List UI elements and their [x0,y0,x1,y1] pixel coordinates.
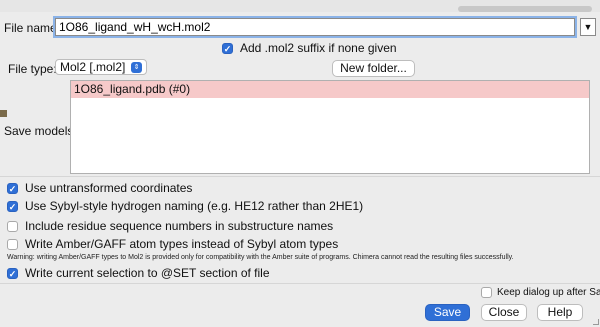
option-label: Write current selection to @SET section … [25,266,270,280]
file-type-select[interactable]: Mol2 [.mol2] ⇕ [55,59,147,75]
file-name-label: File name: [4,21,61,35]
file-type-value: Mol2 [.mol2] [60,60,126,74]
file-name-dropdown-button[interactable]: ▼ [580,18,596,36]
option-label: Include residue sequence numbers in subs… [25,219,334,233]
updown-arrow-icon: ⇕ [131,61,142,73]
option-label: Write Amber/GAFF atom types instead of S… [25,237,339,251]
list-item[interactable]: 1O86_ligand.pdb (#0) [71,81,589,98]
help-button[interactable]: Help [537,304,583,321]
residue-numbers-checkbox[interactable] [7,220,18,232]
keep-dialog-label: Keep dialog up after Save [497,287,600,298]
resize-grip-icon[interactable] [593,319,599,325]
add-suffix-option[interactable]: ✓ Add .mol2 suffix if none given [222,41,397,55]
models-list[interactable]: 1O86_ligand.pdb (#0) [70,80,590,174]
warning-text: Warning: writing Amber/GAFF types to Mol… [7,254,514,261]
option-sybyl-naming[interactable]: ✓ Use Sybyl-style hydrogen naming (e.g. … [7,199,363,213]
save-models-label: Save models: [4,124,77,138]
untransformed-checkbox[interactable]: ✓ [7,182,18,194]
option-write-selection[interactable]: ✓ Write current selection to @SET sectio… [7,266,270,280]
sybyl-naming-checkbox[interactable]: ✓ [7,200,18,212]
divider [0,176,600,177]
triangle-down-icon: ▼ [583,22,593,32]
option-residue-numbers[interactable]: Include residue sequence numbers in subs… [7,219,333,233]
close-button[interactable]: Close [481,304,527,321]
option-amber-types[interactable]: Write Amber/GAFF atom types instead of S… [7,237,338,251]
amber-types-checkbox[interactable] [7,238,18,250]
write-selection-checkbox[interactable]: ✓ [7,267,18,279]
option-label: Use untransformed coordinates [25,181,193,195]
option-untransformed[interactable]: ✓ Use untransformed coordinates [7,181,192,195]
scrollbar-thumb[interactable] [458,6,592,12]
left-edge-marker [0,110,7,117]
keep-dialog-checkbox[interactable] [481,287,492,298]
save-button[interactable]: Save [425,304,470,321]
add-suffix-checkbox[interactable]: ✓ [222,42,233,54]
add-suffix-label: Add .mol2 suffix if none given [240,41,397,55]
file-name-input[interactable] [55,18,575,36]
keep-dialog-option[interactable]: Keep dialog up after Save [481,287,600,298]
option-label: Use Sybyl-style hydrogen naming (e.g. HE… [25,199,364,213]
file-type-label: File type: [8,62,57,76]
new-folder-button[interactable]: New folder... [332,60,415,77]
